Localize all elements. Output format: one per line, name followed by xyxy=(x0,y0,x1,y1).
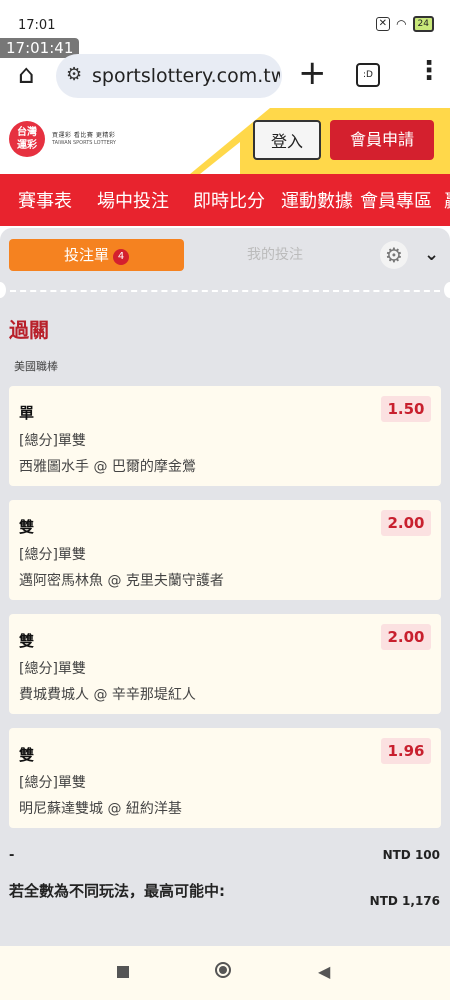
bet-pick: 雙 xyxy=(19,746,35,764)
url-text[interactable]: sportslottery.com.tw/s xyxy=(92,65,280,87)
bet-card[interactable]: 雙 2.00 [總分]單雙 邁阿密馬林魚 @ 克里夫蘭守護者 xyxy=(9,500,441,600)
nav-item-live-betting[interactable]: 場中投注 xyxy=(97,187,169,213)
settings-gear-icon[interactable]: ⚙ xyxy=(380,241,408,269)
logo-subtitle: TAIWAN SPORTS LOTTERY xyxy=(52,140,116,146)
status-time: 17:01 xyxy=(18,18,56,33)
bet-pick: 雙 xyxy=(19,518,35,536)
parlay-title: 過關 xyxy=(9,318,49,342)
tab-my-bets[interactable]: 我的投注 xyxy=(200,239,350,271)
status-bar: 17:01 ✕ ◠ 24 xyxy=(0,0,450,40)
tab-switcher-icon[interactable]: :D xyxy=(356,63,380,87)
site-logo[interactable]: 台灣 運彩 xyxy=(9,121,45,157)
bet-market: [總分]單雙 xyxy=(19,547,86,563)
address-bar[interactable]: ⚙ sportslottery.com.tw/s xyxy=(56,54,282,98)
max-payout-label: 若全數為不同玩法，最高可能中: xyxy=(9,882,226,900)
main-nav: 賽事表 場中投注 即時比分 運動數據 會員專區 贏 xyxy=(0,174,450,226)
site-header: 台灣 運彩 買運彩 看比賽 更精彩 TAIWAN SPORTS LOTTERY … xyxy=(0,108,450,174)
league-label: 美國職棒 xyxy=(14,360,58,373)
status-icons: ✕ ◠ 24 xyxy=(375,16,434,32)
browser-toolbar: ⌂ ⚙ sportslottery.com.tw/s + :D ⋮ xyxy=(0,50,450,106)
bet-match: 明尼蘇達雙城 @ 紐約洋基 xyxy=(19,801,182,817)
nav-item-more[interactable]: 贏 xyxy=(444,187,450,213)
betslip-panel: 投注單 4 我的投注 ⚙ ⌄ 過關 美國職棒 單 1.50 [總分]單雙 西雅圖水… xyxy=(0,228,450,946)
more-menu-icon[interactable]: ⋮ xyxy=(416,58,442,84)
bet-card[interactable]: 單 1.50 [總分]單雙 西雅圖水手 @ 巴爾的摩金鶯 xyxy=(9,386,441,486)
site-settings-icon[interactable]: ⚙ xyxy=(66,64,82,85)
member-signup-button[interactable]: 會員申請 xyxy=(330,120,434,160)
betslip-count-badge: 4 xyxy=(113,249,129,265)
bet-match: 西雅圖水手 @ 巴爾的摩金鶯 xyxy=(19,459,196,475)
bet-odds: 2.00 xyxy=(381,510,431,536)
tab-betslip[interactable]: 投注單 4 xyxy=(9,239,184,271)
nav-item-live-scores[interactable]: 即時比分 xyxy=(193,187,265,213)
home-icon[interactable]: ⌂ xyxy=(18,62,44,88)
stake-amount: NTD 100 xyxy=(382,848,440,862)
wifi-icon: ◠ xyxy=(396,17,407,31)
bet-odds: 2.00 xyxy=(381,624,431,650)
login-button[interactable]: 登入 xyxy=(253,120,321,160)
system-nav-bar: ◀ xyxy=(0,946,450,1000)
stake-label: - xyxy=(9,848,15,863)
max-payout-amount: NTD 1,176 xyxy=(369,894,440,908)
bet-odds: 1.96 xyxy=(381,738,431,764)
bet-pick: 單 xyxy=(19,404,35,422)
betslip-tabs: 投注單 4 我的投注 ⚙ ⌄ xyxy=(0,228,450,284)
home-circle-icon[interactable] xyxy=(215,962,231,978)
bet-pick: 雙 xyxy=(19,632,35,650)
nav-item-schedule[interactable]: 賽事表 xyxy=(18,187,72,213)
nav-item-member-zone[interactable]: 會員專區 xyxy=(360,187,432,213)
bet-market: [總分]單雙 xyxy=(19,433,86,449)
bet-match: 費城費城人 @ 辛辛那堤紅人 xyxy=(19,687,196,703)
battery-icon: 24 xyxy=(412,16,434,32)
bet-odds: 1.50 xyxy=(381,396,431,422)
new-tab-icon[interactable]: + xyxy=(298,56,327,90)
chevron-down-icon[interactable]: ⌄ xyxy=(424,244,439,265)
bet-card[interactable]: 雙 1.96 [總分]單雙 明尼蘇達雙城 @ 紐約洋基 xyxy=(9,728,441,828)
bet-match: 邁阿密馬林魚 @ 克里夫蘭守護者 xyxy=(19,573,224,589)
bet-market: [總分]單雙 xyxy=(19,775,86,791)
bet-market: [總分]單雙 xyxy=(19,661,86,677)
recents-icon[interactable] xyxy=(117,966,129,978)
divider xyxy=(10,290,440,292)
logo-tagline: 買運彩 看比賽 更精彩 xyxy=(52,132,116,139)
back-icon[interactable]: ◀ xyxy=(318,962,330,981)
notification-x-icon: ✕ xyxy=(375,17,391,31)
bet-card[interactable]: 雙 2.00 [總分]單雙 費城費城人 @ 辛辛那堤紅人 xyxy=(9,614,441,714)
nav-item-sports-data[interactable]: 運動數據 xyxy=(281,187,353,213)
